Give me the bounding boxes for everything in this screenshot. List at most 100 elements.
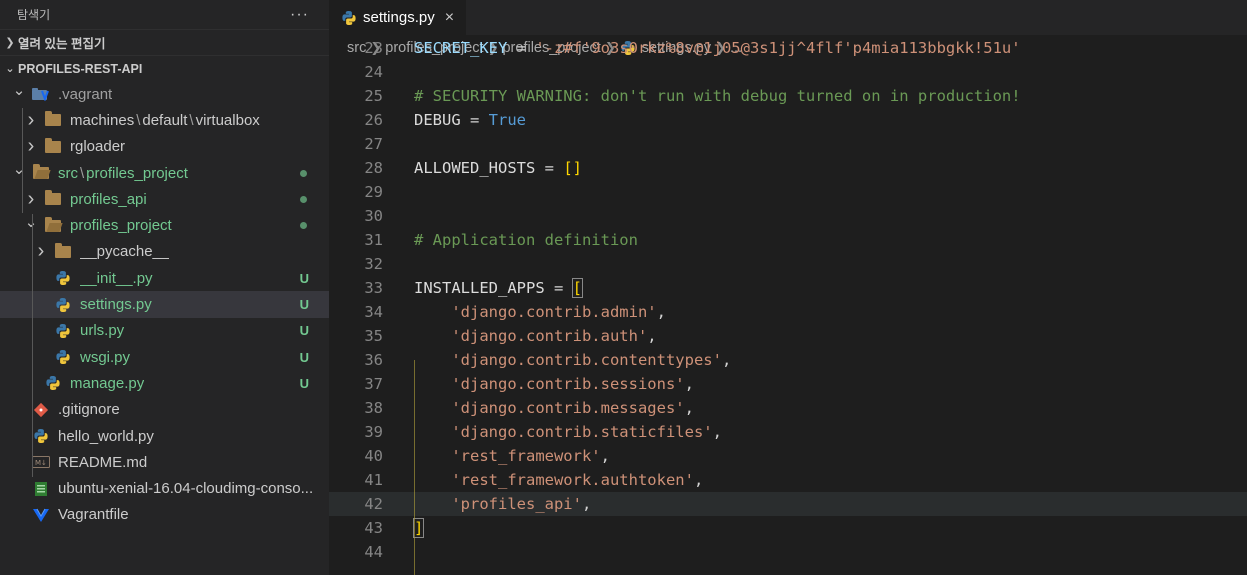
project-section[interactable]: ⌄ PROFILES-REST-API bbox=[0, 55, 329, 81]
code-line[interactable]: 44 bbox=[329, 540, 1247, 564]
modified-dot-icon bbox=[300, 222, 307, 230]
code-line[interactable]: 25 # SECURITY WARNING: don't run with deb… bbox=[329, 84, 1247, 108]
line-text: SECRET_KEY = '-z#f'9o3s0rkz%8v@1j05@3s1j… bbox=[414, 36, 1021, 60]
code-line[interactable]: 26 DEBUG = True bbox=[329, 108, 1247, 132]
line-text: ALLOWED_HOSTS = [] bbox=[414, 156, 582, 180]
line-number: 31 bbox=[364, 231, 383, 249]
line-number: 33 bbox=[364, 279, 383, 297]
tree-item[interactable]: › rgloader bbox=[0, 134, 329, 160]
tab-settings-py[interactable]: settings.py × bbox=[329, 0, 467, 35]
code-line[interactable]: 31 # Application definition bbox=[329, 228, 1247, 252]
code-token: , bbox=[712, 423, 722, 441]
open-editors-section[interactable]: ❯ 열려 있는 편집기 bbox=[0, 29, 329, 55]
tree-item[interactable]: ⌄ src \ profiles_project bbox=[0, 160, 329, 186]
tree-item[interactable]: .gitignore bbox=[0, 397, 329, 423]
code-line[interactable]: 35 'django.contrib.auth', bbox=[329, 324, 1247, 348]
tree-item[interactable]: Vagrantfile bbox=[0, 502, 329, 528]
code-line[interactable]: 34 'django.contrib.admin', bbox=[329, 300, 1247, 324]
code-token: [] bbox=[563, 159, 582, 177]
code-token: , bbox=[684, 375, 694, 393]
code-line[interactable]: 32 bbox=[329, 252, 1247, 276]
close-icon[interactable]: × bbox=[445, 9, 454, 27]
line-number: 38 bbox=[364, 399, 383, 417]
code-token: SECRET_KEY bbox=[414, 39, 508, 57]
code-line[interactable]: 38 'django.contrib.messages', bbox=[329, 396, 1247, 420]
code-token: , bbox=[600, 447, 610, 465]
line-text: 'rest_framework.authtoken', bbox=[414, 468, 703, 492]
chevron-right-icon: › bbox=[37, 240, 45, 263]
line-number: 24 bbox=[364, 63, 383, 81]
tree-item-label: .vagrant bbox=[58, 85, 113, 103]
line-text: 'django.contrib.messages', bbox=[414, 396, 694, 420]
chevron-down-icon: ⌄ bbox=[12, 161, 26, 179]
chevron-right-icon: › bbox=[27, 108, 35, 131]
more-actions-icon[interactable]: ··· bbox=[290, 6, 309, 24]
code-line[interactable]: 23 SECRET_KEY = '-z#f'9o3s0rkz%8v@1j05@3s… bbox=[329, 36, 1247, 60]
code-line[interactable]: 33 INSTALLED_APPS = [ bbox=[329, 276, 1247, 300]
tree-item-label: profiles_project bbox=[70, 217, 172, 235]
tree-item[interactable]: M↓ README.md bbox=[0, 449, 329, 475]
code-line[interactable]: 42 'profiles_api', bbox=[329, 492, 1247, 516]
tree-item-label: README.md bbox=[58, 453, 148, 471]
python-icon bbox=[54, 297, 72, 313]
code-token: # SECURITY WARNING: don't run with debug… bbox=[414, 87, 1021, 105]
tree-item[interactable]: › profiles_api bbox=[0, 186, 329, 212]
tab-bar: settings.py × bbox=[329, 0, 1247, 35]
folder-icon bbox=[44, 137, 62, 155]
explorer-sidebar: 탐색기 ··· ❯ 열려 있는 편집기 ⌄ PROFILES-REST-API … bbox=[0, 0, 329, 575]
code-line[interactable]: 36 'django.contrib.contenttypes', bbox=[329, 348, 1247, 372]
line-number: 42 bbox=[364, 495, 383, 513]
tab-label: settings.py bbox=[363, 9, 435, 26]
tree-item[interactable]: › __pycache__ bbox=[0, 239, 329, 265]
tree-item[interactable]: ubuntu-xenial-16.04-cloudimg-conso... bbox=[0, 475, 329, 501]
git-status-badge: U bbox=[299, 270, 309, 286]
code-line[interactable]: 30 bbox=[329, 204, 1247, 228]
line-number: 40 bbox=[364, 447, 383, 465]
folder-icon bbox=[54, 242, 72, 260]
code-line[interactable]: 28 ALLOWED_HOSTS = [] bbox=[329, 156, 1247, 180]
code-editor[interactable]: 23 SECRET_KEY = '-z#f'9o3s0rkz%8v@1j05@3s… bbox=[329, 39, 1247, 575]
path-segment: src bbox=[58, 164, 78, 182]
svg-text:M↓: M↓ bbox=[35, 459, 47, 467]
code-line[interactable]: 43] bbox=[329, 516, 1247, 540]
line-text: 'django.contrib.admin', bbox=[414, 300, 666, 324]
code-line[interactable]: 39 'django.contrib.staticfiles', bbox=[329, 420, 1247, 444]
code-token: , bbox=[684, 399, 694, 417]
tree-item[interactable]: › machines \ default \ virtualbox bbox=[0, 107, 329, 133]
git-status-badge: U bbox=[299, 349, 309, 365]
tree-item[interactable]: settings.py U bbox=[0, 291, 329, 318]
path-segment: default bbox=[142, 111, 188, 129]
explorer-title: 탐색기 bbox=[17, 8, 51, 22]
code-token: , bbox=[656, 303, 666, 321]
code-line[interactable]: 41 'rest_framework.authtoken', bbox=[329, 468, 1247, 492]
tree-item[interactable]: ⌄ profiles_project bbox=[0, 212, 329, 238]
tree-item-label: manage.py bbox=[70, 374, 145, 392]
code-token: DEBUG bbox=[414, 111, 461, 129]
path-separator: \ bbox=[189, 111, 194, 129]
code-line[interactable]: 24 bbox=[329, 60, 1247, 84]
code-line[interactable]: 40 'rest_framework', bbox=[329, 444, 1247, 468]
tree-item-label: settings.py bbox=[80, 296, 152, 314]
line-text: 'rest_framework', bbox=[414, 444, 610, 468]
tree-item[interactable]: __init__.py U bbox=[0, 265, 329, 291]
python-icon bbox=[54, 270, 72, 286]
code-token: True bbox=[488, 111, 526, 129]
chevron-right-icon: › bbox=[27, 187, 35, 210]
tree-item-label: profiles_api bbox=[70, 190, 147, 208]
code-line[interactable]: 27 bbox=[329, 132, 1247, 156]
code-line[interactable]: 29 bbox=[329, 180, 1247, 204]
tree-item[interactable]: ⌄ .vagrant bbox=[0, 81, 329, 107]
tree-item[interactable]: wsgi.py U bbox=[0, 344, 329, 370]
code-token: 'rest_framework.authtoken' bbox=[451, 471, 694, 489]
code-token: 'django.contrib.sessions' bbox=[451, 375, 685, 393]
chevron-down-icon: ⌄ bbox=[12, 82, 26, 100]
tree-item[interactable]: urls.py U bbox=[0, 318, 329, 344]
folder-open-icon bbox=[44, 216, 62, 234]
code-line[interactable]: 37 'django.contrib.sessions', bbox=[329, 372, 1247, 396]
tree-item[interactable]: hello_world.py bbox=[0, 423, 329, 449]
tree-item[interactable]: manage.py U bbox=[0, 370, 329, 396]
line-number: 37 bbox=[364, 375, 383, 393]
